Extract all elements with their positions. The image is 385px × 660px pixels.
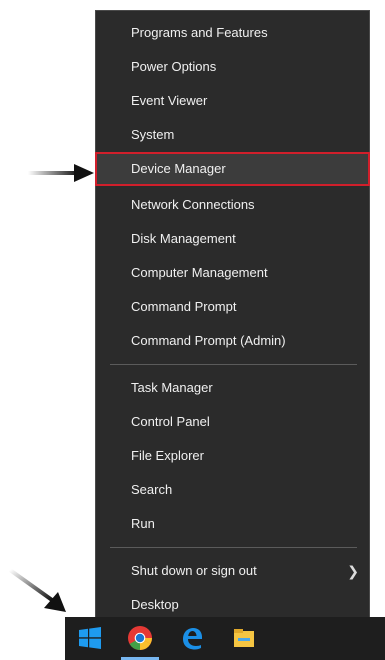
menu-item-device-manager[interactable]: Device Manager — [95, 152, 370, 186]
menu-separator — [110, 364, 357, 365]
menu-item-command-prompt[interactable]: Command Prompt — [96, 290, 369, 324]
menu-item-network-connections[interactable]: Network Connections — [96, 188, 369, 222]
menu-item-disk-management[interactable]: Disk Management — [96, 222, 369, 256]
taskbar — [65, 617, 385, 660]
menu-item-system[interactable]: System — [96, 118, 369, 152]
menu-item-task-manager[interactable]: Task Manager — [96, 371, 369, 405]
chevron-right-icon: ❯ — [347, 563, 359, 579]
menu-item-programs-and-features[interactable]: Programs and Features — [96, 16, 369, 50]
file-explorer-icon[interactable] — [231, 625, 257, 651]
winx-context-menu: Programs and Features Power Options Even… — [95, 10, 370, 630]
menu-separator — [110, 547, 357, 548]
windows-start-icon[interactable] — [77, 625, 103, 651]
menu-item-search[interactable]: Search — [96, 473, 369, 507]
menu-item-event-viewer[interactable]: Event Viewer — [96, 84, 369, 118]
menu-item-run[interactable]: Run — [96, 507, 369, 541]
menu-item-shut-down-or-sign-out[interactable]: Shut down or sign out ❯ — [96, 554, 369, 588]
pointer-arrow-icon — [28, 164, 94, 182]
menu-item-power-options[interactable]: Power Options — [96, 50, 369, 84]
chrome-icon[interactable] — [127, 625, 153, 651]
pointer-arrow-icon — [8, 568, 66, 612]
menu-item-computer-management[interactable]: Computer Management — [96, 256, 369, 290]
menu-item-label: Shut down or sign out — [131, 563, 257, 578]
edge-icon[interactable] — [179, 625, 205, 651]
menu-item-control-panel[interactable]: Control Panel — [96, 405, 369, 439]
menu-item-command-prompt-admin[interactable]: Command Prompt (Admin) — [96, 324, 369, 358]
menu-item-file-explorer[interactable]: File Explorer — [96, 439, 369, 473]
